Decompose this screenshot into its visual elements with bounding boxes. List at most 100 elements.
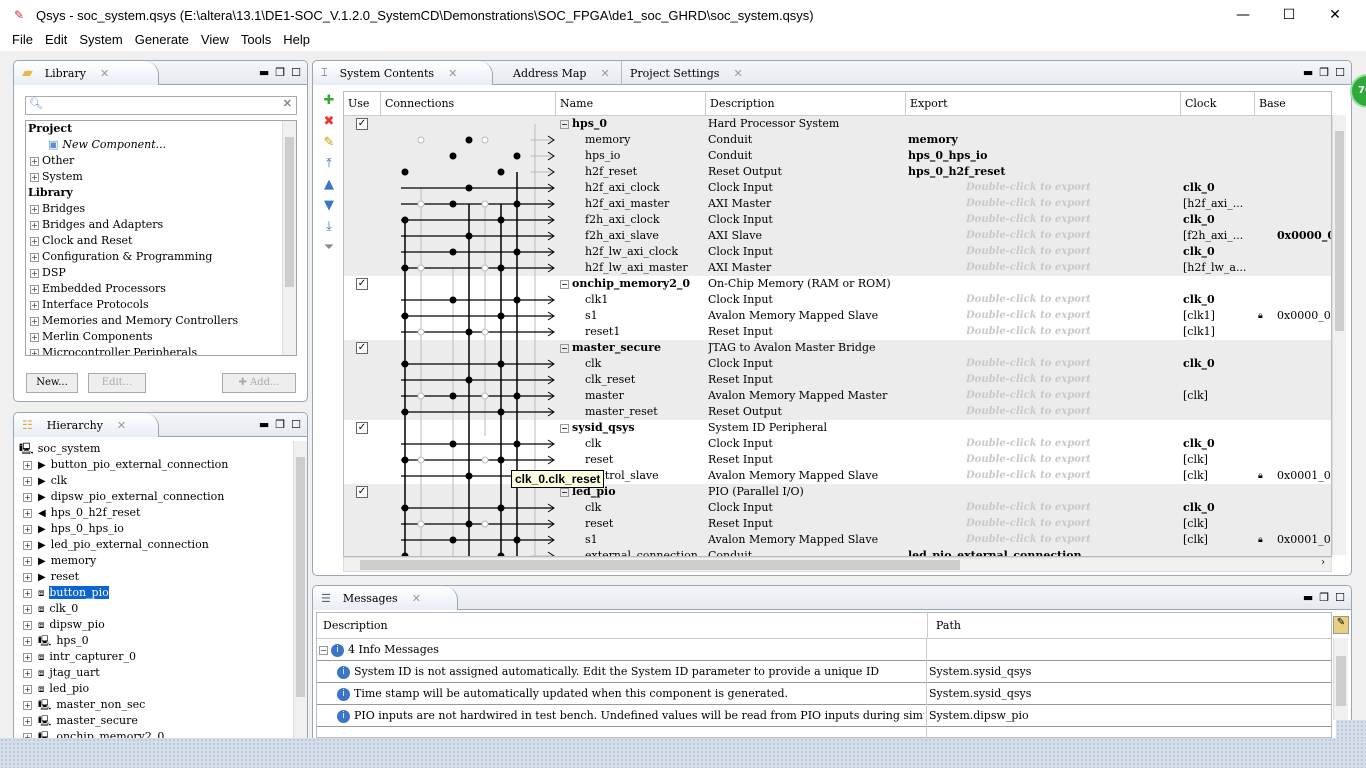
library-item[interactable]: ▣ New Component... — [26, 137, 296, 153]
minimize-view-icon[interactable]: ▬ — [1303, 66, 1313, 79]
expand-icon[interactable]: + — [30, 348, 39, 355]
message-group[interactable]: − i 4 Info Messages — [317, 639, 1331, 661]
expand-icon[interactable]: + — [23, 652, 32, 662]
expand-icon[interactable]: + — [30, 332, 39, 342]
hierarchy-item[interactable]: + ⧈ jtag_uart — [17, 665, 307, 681]
hierarchy-item[interactable]: + ⧈ button_pio — [17, 585, 307, 601]
menu-view[interactable]: View — [195, 30, 235, 51]
close-tab-icon[interactable]: ✕ — [412, 592, 421, 605]
row-clock[interactable]: [h2f_axi_... — [1183, 196, 1253, 212]
menu-file[interactable]: File — [6, 30, 39, 51]
menu-tools[interactable]: Tools — [235, 30, 277, 51]
expand-icon[interactable]: + — [23, 476, 32, 486]
use-checkbox[interactable]: ✓ — [356, 278, 368, 290]
row-clock[interactable]: [h2f_lw_a... — [1183, 260, 1253, 276]
export-hint[interactable]: Double-click to export — [966, 324, 1166, 340]
use-checkbox[interactable]: ✓ — [356, 422, 368, 434]
minimize-button[interactable]: — — [1220, 0, 1266, 30]
hierarchy-item[interactable]: + 🖳 master_non_sec — [17, 697, 307, 713]
library-item[interactable]: + System — [26, 169, 296, 185]
row-export[interactable]: hps_0_hps_io — [908, 148, 1178, 164]
export-hint[interactable]: Double-click to export — [966, 404, 1166, 420]
expand-icon[interactable]: + — [30, 284, 39, 294]
use-checkbox[interactable]: ✓ — [356, 342, 368, 354]
tab-messages[interactable]: ☰ Messages ✕ — [313, 586, 458, 610]
expand-icon[interactable]: + — [23, 684, 32, 694]
menu-system[interactable]: System — [73, 30, 128, 51]
expand-icon[interactable]: + — [23, 508, 32, 518]
notification-badge[interactable]: 70 — [1350, 74, 1366, 108]
maximize-view-icon[interactable]: ☐ — [291, 418, 301, 431]
hierarchy-item[interactable]: + ▶ reset — [17, 569, 307, 585]
close-tab-icon[interactable]: ✕ — [733, 67, 742, 80]
expand-icon[interactable]: + — [23, 540, 32, 550]
collapse-icon[interactable]: − — [560, 119, 569, 129]
hierarchy-item[interactable]: + ▶ clk — [17, 473, 307, 489]
col-name[interactable]: Name — [556, 92, 706, 116]
row-export[interactable]: memory — [908, 132, 1178, 148]
row-clock[interactable]: [clk] — [1183, 452, 1253, 468]
move-up-icon[interactable]: ▲ — [324, 176, 334, 193]
library-item[interactable]: + Other — [26, 153, 296, 169]
export-hint[interactable]: Double-click to export — [966, 532, 1166, 548]
scroll-right-icon[interactable]: › — [1321, 557, 1325, 568]
library-item[interactable]: + Embedded Processors — [26, 281, 296, 297]
row-clock[interactable]: [clk] — [1183, 532, 1253, 548]
move-down-icon[interactable]: ▼ — [324, 197, 334, 214]
hierarchy-item[interactable]: + ▶ dipsw_pio_external_connection — [17, 489, 307, 505]
collapse-icon[interactable]: − — [560, 279, 569, 289]
row-base[interactable]: 0x0001_00 — [1277, 532, 1331, 548]
remove-icon[interactable]: ✖ — [324, 113, 335, 130]
menu-edit[interactable]: Edit — [39, 30, 73, 51]
close-tab-icon[interactable]: ✕ — [448, 67, 457, 80]
export-hint[interactable]: Double-click to export — [966, 180, 1166, 196]
library-item[interactable]: + Memories and Memory Controllers — [26, 313, 296, 329]
maximize-button[interactable]: ☐ — [1266, 0, 1312, 30]
expand-icon[interactable]: + — [23, 604, 32, 614]
add-button[interactable]: ✚ Add... — [222, 373, 296, 393]
library-item[interactable]: + Microcontroller Peripherals — [26, 345, 296, 355]
expand-icon[interactable]: + — [23, 716, 32, 726]
messages-scrollbar[interactable] — [1333, 638, 1348, 720]
library-scrollbar[interactable] — [282, 121, 296, 355]
expand-icon[interactable]: + — [30, 300, 39, 310]
row-clock[interactable]: clk_0 — [1183, 244, 1253, 260]
hierarchy-item[interactable]: + ▶ hps_0_hps_io — [17, 521, 307, 537]
library-item[interactable]: + DSP — [26, 265, 296, 281]
library-item[interactable]: Library — [26, 185, 296, 201]
row-clock[interactable]: clk_0 — [1183, 356, 1253, 372]
table-horizontal-scrollbar[interactable]: › — [343, 557, 1332, 572]
row-base[interactable]: 0x0000_00 — [1277, 308, 1331, 324]
tab-library[interactable]: ▰ Library ✕ — [14, 61, 159, 85]
expand-icon[interactable]: + — [30, 156, 39, 166]
col-connections[interactable]: Connections — [381, 92, 556, 116]
library-item[interactable]: + Configuration & Programming — [26, 249, 296, 265]
export-hint[interactable]: Double-click to export — [966, 388, 1166, 404]
hierarchy-item[interactable]: + ▶ button_pio_external_connection — [17, 457, 307, 473]
close-tab-icon[interactable]: ✕ — [100, 67, 109, 80]
move-bottom-icon[interactable]: ⤓ — [326, 218, 332, 235]
library-search-input[interactable]: 🔍︎ ✕ — [25, 96, 297, 115]
row-base[interactable]: 0x0000_0 — [1277, 228, 1331, 244]
export-hint[interactable]: Double-click to export — [966, 436, 1166, 452]
hierarchy-item[interactable]: + ⧈ clk_0 — [17, 601, 307, 617]
expand-icon[interactable]: + — [30, 220, 39, 230]
expand-icon[interactable]: + — [23, 636, 32, 646]
col-description[interactable]: Description — [323, 613, 388, 639]
row-clock[interactable]: [f2h_axi_... — [1183, 228, 1253, 244]
menu-help[interactable]: Help — [277, 30, 316, 51]
use-checkbox[interactable]: ✓ — [356, 118, 368, 130]
row-clock[interactable]: clk_0 — [1183, 180, 1253, 196]
row-clock[interactable]: clk_0 — [1183, 212, 1253, 228]
export-hint[interactable]: Double-click to export — [966, 228, 1166, 244]
library-item[interactable]: + Clock and Reset — [26, 233, 296, 249]
export-hint[interactable]: Double-click to export — [966, 244, 1166, 260]
message-filter-icon[interactable]: ✎ — [1333, 616, 1349, 634]
row-clock[interactable]: [clk1] — [1183, 308, 1253, 324]
export-hint[interactable]: Double-click to export — [966, 212, 1166, 228]
expand-icon[interactable]: + — [23, 700, 32, 710]
maximize-view-icon[interactable]: ☐ — [1335, 66, 1345, 79]
edit-button[interactable]: Edit... — [88, 373, 146, 393]
export-hint[interactable]: Double-click to export — [966, 516, 1166, 532]
add-icon[interactable]: ✚ — [324, 92, 335, 109]
